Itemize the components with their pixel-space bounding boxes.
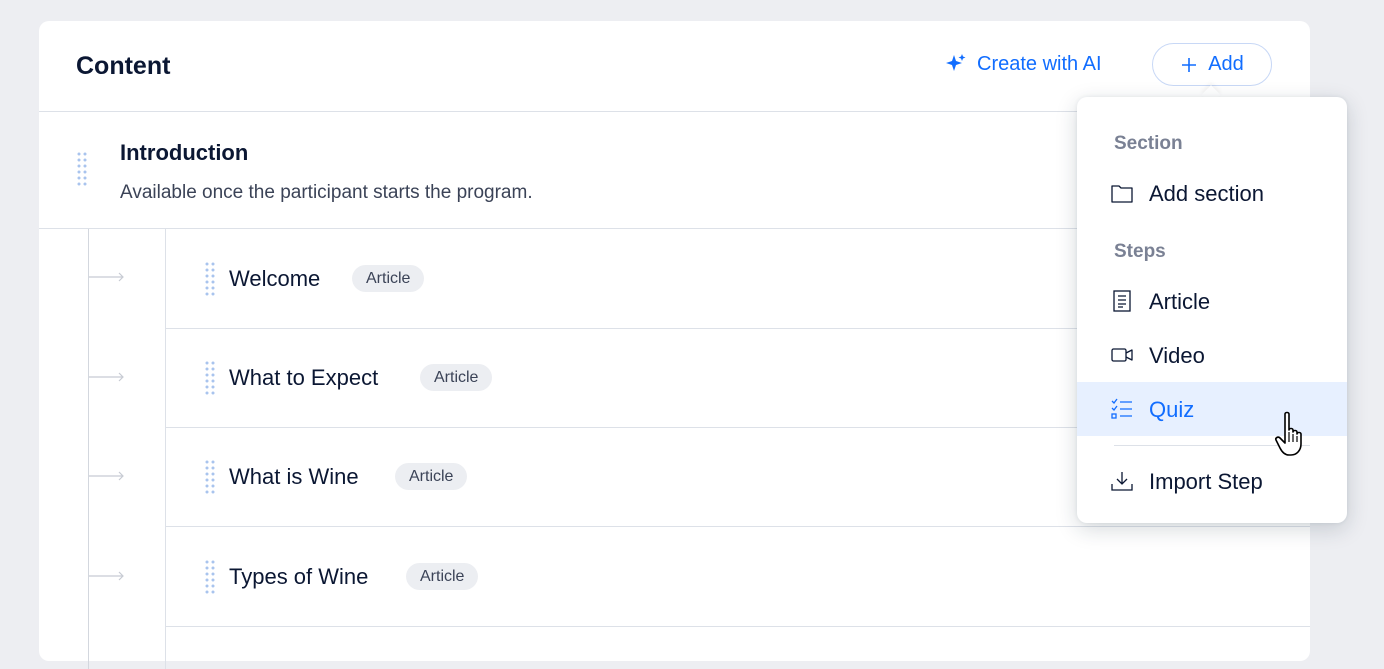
add-dropdown-menu: Section Add section Steps Article Video …: [1077, 97, 1347, 523]
hand-pointer-cursor-icon: [1275, 411, 1302, 456]
drag-handle-icon[interactable]: [205, 262, 215, 296]
add-button[interactable]: Add: [1152, 43, 1272, 86]
sparkle-icon: [946, 54, 966, 71]
step-type-badge: Article: [406, 563, 479, 590]
step-title: What to Expect: [229, 365, 379, 390]
folder-icon: [1111, 185, 1133, 203]
menu-item-label: Quiz: [1149, 397, 1195, 422]
menu-item-add-section[interactable]: Add section: [1077, 166, 1347, 220]
checklist-icon: [1111, 398, 1132, 419]
add-button-label: Add: [1208, 53, 1244, 75]
create-with-ai-label: Create with AI: [977, 52, 1102, 75]
article-icon: [1113, 290, 1131, 312]
drag-handle-icon[interactable]: [77, 152, 87, 186]
step-title: What is Wine: [229, 464, 359, 489]
page-title: Content: [76, 52, 171, 80]
step-type-badge: Article: [395, 463, 468, 490]
step-type-badge: Article: [420, 364, 493, 391]
arrow-right-icon: [89, 471, 124, 481]
menu-item-video[interactable]: Video: [1077, 328, 1347, 382]
menu-item-label: Video: [1149, 343, 1205, 368]
menu-item-label: Article: [1149, 289, 1211, 314]
plus-icon: [1182, 57, 1197, 72]
step-item[interactable]: Types of Wine Article: [166, 527, 1310, 627]
menu-item-article[interactable]: Article: [1077, 274, 1347, 328]
menu-item-label: Import Step: [1149, 469, 1263, 494]
step-type-badge: Article: [352, 265, 425, 292]
menu-item-import-step[interactable]: Import Step: [1077, 454, 1347, 508]
step-title: Types of Wine: [229, 564, 369, 589]
tree-connector-line: [88, 229, 89, 669]
drag-handle-icon[interactable]: [205, 460, 215, 494]
create-with-ai-button[interactable]: Create with AI: [945, 50, 1102, 78]
menu-heading-section: Section: [1114, 133, 1183, 154]
arrow-right-icon: [89, 571, 124, 581]
menu-item-label: Add section: [1149, 181, 1264, 206]
section-description: Available once the participant starts th…: [120, 182, 533, 203]
section-title: Introduction: [120, 140, 249, 165]
arrow-right-icon: [89, 372, 124, 382]
arrow-right-icon: [89, 272, 124, 282]
menu-heading-steps: Steps: [1114, 241, 1166, 262]
download-icon: [1111, 472, 1133, 491]
step-title: Welcome: [229, 266, 321, 291]
drag-handle-icon[interactable]: [205, 361, 215, 395]
drag-handle-icon[interactable]: [205, 560, 215, 594]
video-camera-icon: [1111, 348, 1133, 362]
